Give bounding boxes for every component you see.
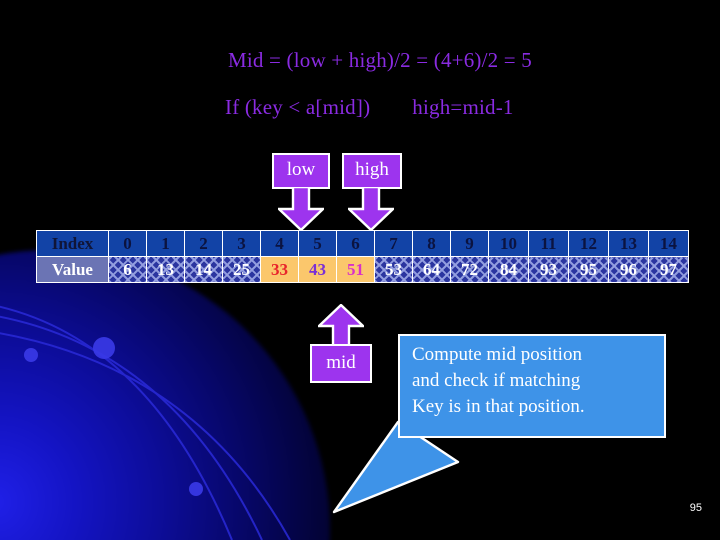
array-table: Index 0 1 2 3 4 5 6 7 8 9 10 11 12 13 14… (36, 230, 689, 283)
row-label-index: Index (36, 230, 109, 257)
callout-line-1: Compute mid position (412, 344, 582, 365)
index-cell: 4 (260, 230, 299, 257)
equation-line-mid: Mid = (low + high)/2 = (4+6)/2 = 5 (228, 48, 532, 72)
callout-line-2: and check if matching (412, 370, 581, 392)
value-cell: 6 (108, 256, 147, 283)
index-cell: 8 (412, 230, 451, 257)
slide-canvas: Mid = (low + high)/2 = (4+6)/2 = 5 If (k… (0, 0, 720, 540)
index-cell: 13 (608, 230, 649, 257)
action-text: high=mid-1 (412, 95, 514, 119)
value-cell-highlighted: 33 (260, 256, 299, 283)
value-cell: 97 (648, 256, 689, 283)
row-label-value: Value (36, 256, 109, 283)
index-cell: 12 (568, 230, 609, 257)
value-cell: 64 (412, 256, 451, 283)
index-cell: 14 (648, 230, 689, 257)
index-cell: 1 (146, 230, 185, 257)
table-row-index: Index 0 1 2 3 4 5 6 7 8 9 10 11 12 13 14 (36, 230, 689, 257)
value-cell: 14 (184, 256, 223, 283)
index-cell: 5 (298, 230, 337, 257)
value-cell: 84 (488, 256, 529, 283)
arrow-down-high-icon (348, 187, 394, 231)
value-cell: 96 (608, 256, 649, 283)
value-cell: 25 (222, 256, 261, 283)
index-cell: 6 (336, 230, 375, 257)
value-cell: 93 (528, 256, 569, 283)
value-cell-highlighted: 51 (336, 256, 375, 283)
index-cell: 9 (450, 230, 489, 257)
index-cell: 7 (374, 230, 413, 257)
value-cell: 13 (146, 256, 185, 283)
value-cell: 53 (374, 256, 413, 283)
background-glow (0, 250, 330, 540)
index-cell: 3 (222, 230, 261, 257)
equation-line-condition: If (key < a[mid]) high=mid-1 (225, 95, 514, 120)
value-cell: 72 (450, 256, 489, 283)
index-cell: 10 (488, 230, 529, 257)
slide-number: 95 (689, 502, 702, 514)
index-cell: 2 (184, 230, 223, 257)
pointer-box-mid: mid (310, 344, 372, 383)
callout-box: Compute mid position and check if matchi… (398, 334, 666, 438)
arrow-up-mid-icon (318, 304, 364, 348)
arrow-down-low-icon (278, 187, 324, 231)
index-cell: 11 (528, 230, 569, 257)
index-cell: 0 (108, 230, 147, 257)
table-row-value: Value 6 13 14 25 33 43 51 53 64 72 84 93… (36, 256, 689, 283)
pointer-box-high: high (342, 153, 402, 189)
value-cell: 95 (568, 256, 609, 283)
value-cell-highlighted: 43 (298, 256, 337, 283)
callout-line-3: Key is in that position. (412, 396, 585, 418)
condition-text: If (key < a[mid]) (225, 95, 371, 119)
pointer-box-low: low (272, 153, 330, 189)
